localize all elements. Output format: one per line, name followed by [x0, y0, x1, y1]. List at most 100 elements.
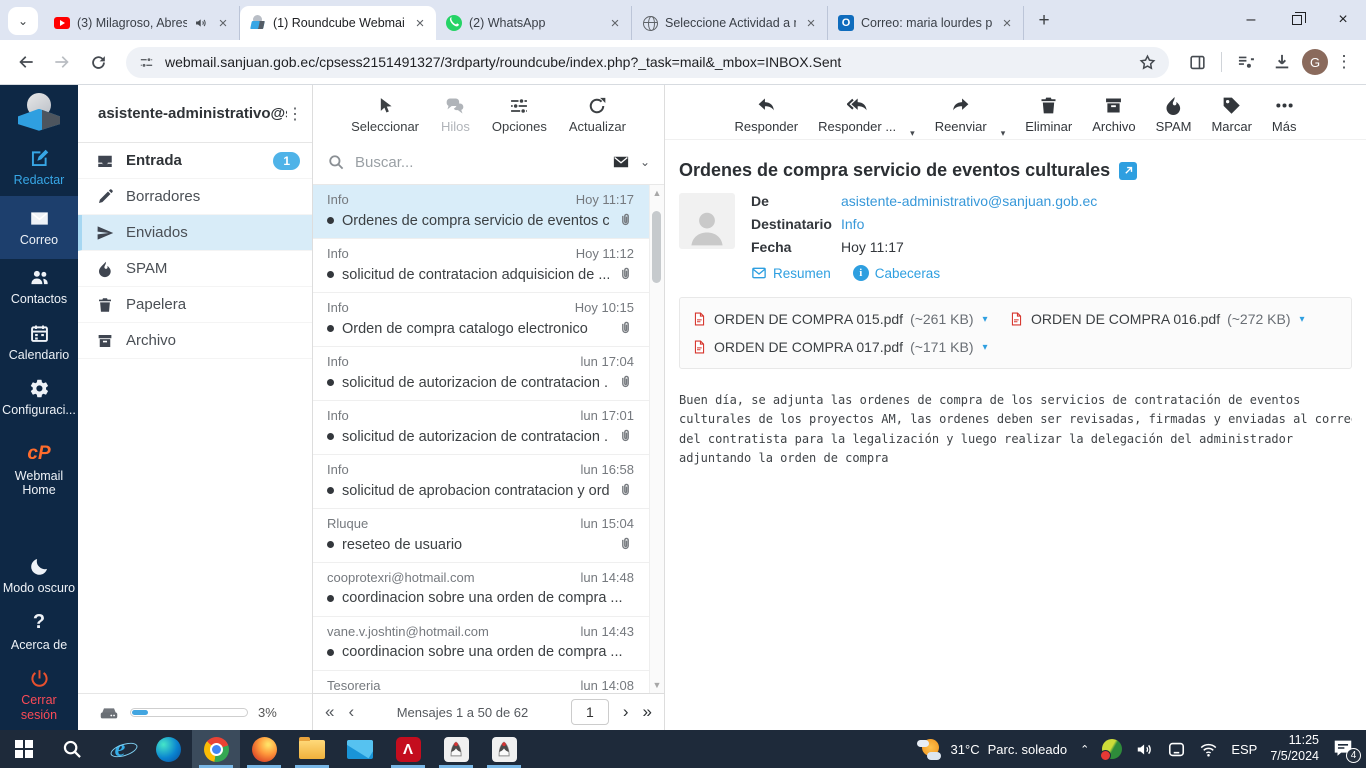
taskbar-java-app-1[interactable]: [432, 730, 480, 768]
from-address-link[interactable]: asistente-administrativo@sanjuan.gob.ec: [841, 193, 1097, 209]
forward-button[interactable]: Reenviar: [935, 95, 987, 134]
tab-close-icon[interactable]: ×: [607, 15, 623, 32]
attachment-menu-caret-icon[interactable]: ▾: [983, 314, 988, 325]
threads-button[interactable]: Hilos: [441, 96, 470, 134]
url-bar[interactable]: webmail.sanjuan.gob.ec/cpsess2151491327/…: [126, 46, 1169, 78]
attachment-item[interactable]: ORDEN DE COMPRA 015.pdf (~261 KB) ▾: [692, 305, 1009, 333]
taskbar-mail[interactable]: [336, 730, 384, 768]
archive-button[interactable]: Archivo: [1092, 95, 1136, 134]
language-indicator[interactable]: ESP: [1231, 742, 1257, 757]
message-row[interactable]: Info Hoy 11:17 Ordenes de compra servicio…: [313, 185, 664, 239]
sidebar-item-webmail-home[interactable]: cP Webmail Home: [0, 435, 78, 506]
more-button[interactable]: Más: [1272, 95, 1296, 134]
attachment-menu-caret-icon[interactable]: ▾: [1300, 314, 1305, 325]
cast-icon[interactable]: [1167, 740, 1186, 759]
mark-button[interactable]: Marcar: [1211, 95, 1252, 134]
sidebar-item-redactar[interactable]: Redactar: [0, 140, 78, 195]
spam-button[interactable]: SPAM: [1156, 95, 1191, 134]
new-tab-button[interactable]: +: [1030, 7, 1058, 35]
tab-close-icon[interactable]: ×: [412, 15, 428, 32]
volume-icon[interactable]: [1135, 740, 1154, 759]
taskbar-acrobat[interactable]: Λ: [384, 730, 432, 768]
reply-button[interactable]: Responder: [735, 95, 798, 134]
scroll-up-icon[interactable]: ▲: [650, 188, 664, 198]
reply-all-caret-icon[interactable]: ▾: [910, 128, 915, 139]
tab-close-icon[interactable]: ×: [215, 15, 231, 32]
media-control-icon[interactable]: [1230, 46, 1262, 78]
scroll-down-icon[interactable]: ▼: [650, 680, 664, 690]
message-row[interactable]: Info Hoy 10:15 Orden de compra catalogo e…: [313, 293, 664, 347]
tab-close-icon[interactable]: ×: [803, 15, 819, 32]
hidden-icons-chevron[interactable]: ⌃: [1080, 743, 1089, 756]
tab-roundcube-active[interactable]: (1) Roundcube Webmail :: En ×: [240, 6, 436, 40]
minimize-button[interactable]: –: [1228, 0, 1274, 40]
message-row[interactable]: Info lun 17:01 solicitud de autorizacion …: [313, 401, 664, 455]
folder-enviados[interactable]: Enviados: [78, 215, 312, 251]
site-settings-icon[interactable]: [138, 54, 155, 71]
wifi-icon[interactable]: [1199, 740, 1218, 759]
folder-borradores[interactable]: Borradores: [78, 179, 312, 215]
next-page-icon[interactable]: ›: [623, 702, 629, 722]
tab-scroll-chevron-icon[interactable]: ⌄: [8, 7, 38, 35]
tab-audio-icon[interactable]: [194, 16, 208, 30]
restore-button[interactable]: [1274, 0, 1320, 40]
sidebar-item-cerrar-sesion[interactable]: Cerrar sesión: [0, 660, 78, 730]
first-page-icon[interactable]: «: [325, 702, 334, 722]
message-row[interactable]: vane.v.joshtin@hotmail.com lun 14:43 coor…: [313, 617, 664, 671]
attachment-name[interactable]: ORDEN DE COMPRA 017.pdf: [714, 339, 903, 355]
downloads-icon[interactable]: [1266, 46, 1298, 78]
headers-link[interactable]: i Cabeceras: [852, 265, 940, 281]
reply-all-button[interactable]: Responder ...: [818, 95, 896, 134]
side-panel-icon[interactable]: [1181, 46, 1213, 78]
notification-center[interactable]: 4: [1332, 737, 1361, 763]
folder-options-icon[interactable]: ⋮: [287, 104, 304, 124]
forward-caret-icon[interactable]: ▾: [1001, 128, 1006, 139]
message-row[interactable]: Rluque lun 15:04 reseteo de usuario: [313, 509, 664, 563]
sidebar-item-modo-oscuro[interactable]: Modo oscuro: [0, 548, 78, 603]
sidebar-item-correo[interactable]: Correo: [0, 195, 78, 260]
url-text[interactable]: webmail.sanjuan.gob.ec/cpsess2151491327/…: [165, 54, 1128, 70]
taskbar-edge[interactable]: [144, 730, 192, 768]
list-scrollbar[interactable]: ▲ ▼: [649, 185, 664, 693]
taskbar-file-explorer[interactable]: [288, 730, 336, 768]
message-row[interactable]: Info lun 16:58 solicitud de aprobacion co…: [313, 455, 664, 509]
start-button[interactable]: [0, 730, 48, 768]
page-input[interactable]: [570, 699, 609, 725]
tab-close-icon[interactable]: ×: [999, 15, 1015, 32]
browser-menu-icon[interactable]: ⋮: [1332, 52, 1356, 72]
reload-icon[interactable]: [82, 46, 114, 78]
attachment-item[interactable]: ORDEN DE COMPRA 016.pdf (~272 KB) ▾: [1009, 305, 1326, 333]
message-row[interactable]: Info lun 17:04 solicitud de autorizacion …: [313, 347, 664, 401]
select-button[interactable]: Seleccionar: [351, 96, 419, 134]
attachment-name[interactable]: ORDEN DE COMPRA 016.pdf: [1031, 311, 1220, 327]
attachment-menu-caret-icon[interactable]: ▾: [983, 342, 988, 353]
taskbar-internet-explorer[interactable]: e: [96, 730, 144, 768]
sidebar-item-calendario[interactable]: Calendario: [0, 315, 78, 370]
taskbar-firefox[interactable]: [240, 730, 288, 768]
antivirus-icon[interactable]: [1100, 739, 1123, 761]
options-button[interactable]: Opciones: [492, 96, 547, 134]
prev-page-icon[interactable]: ‹: [348, 702, 354, 722]
tab-outlook[interactable]: O Correo: maria lourdes peñaf ×: [828, 6, 1024, 40]
sidebar-item-configuracion[interactable]: Configuraci...: [0, 370, 78, 425]
close-button[interactable]: ×: [1320, 0, 1366, 40]
summary-link[interactable]: Resumen: [751, 265, 831, 281]
bookmark-star-icon[interactable]: [1138, 53, 1157, 72]
scrollbar-thumb[interactable]: [652, 211, 661, 283]
weather-widget[interactable]: 31°C Parc. soleado: [916, 737, 1067, 761]
message-row[interactable]: Tesoreria lun 14:08: [313, 671, 664, 693]
forward-icon[interactable]: [46, 46, 78, 78]
taskbar-java-app-2[interactable]: [480, 730, 528, 768]
folder-entrada[interactable]: Entrada 1: [78, 143, 312, 179]
attachment-item[interactable]: ORDEN DE COMPRA 017.pdf (~171 KB) ▾: [692, 333, 1009, 361]
folder-archivo[interactable]: Archivo: [78, 323, 312, 359]
profile-avatar[interactable]: G: [1302, 49, 1328, 75]
folder-spam[interactable]: SPAM: [78, 251, 312, 287]
clock[interactable]: 11:25 7/5/2024: [1270, 733, 1319, 764]
sidebar-item-contactos[interactable]: Contactos: [0, 259, 78, 314]
delete-button[interactable]: Eliminar: [1025, 95, 1072, 134]
search-options-chevron-icon[interactable]: ⌄: [640, 155, 650, 169]
folder-papelera[interactable]: Papelera: [78, 287, 312, 323]
back-icon[interactable]: [10, 46, 42, 78]
tab-whatsapp[interactable]: (2) WhatsApp ×: [436, 6, 632, 40]
